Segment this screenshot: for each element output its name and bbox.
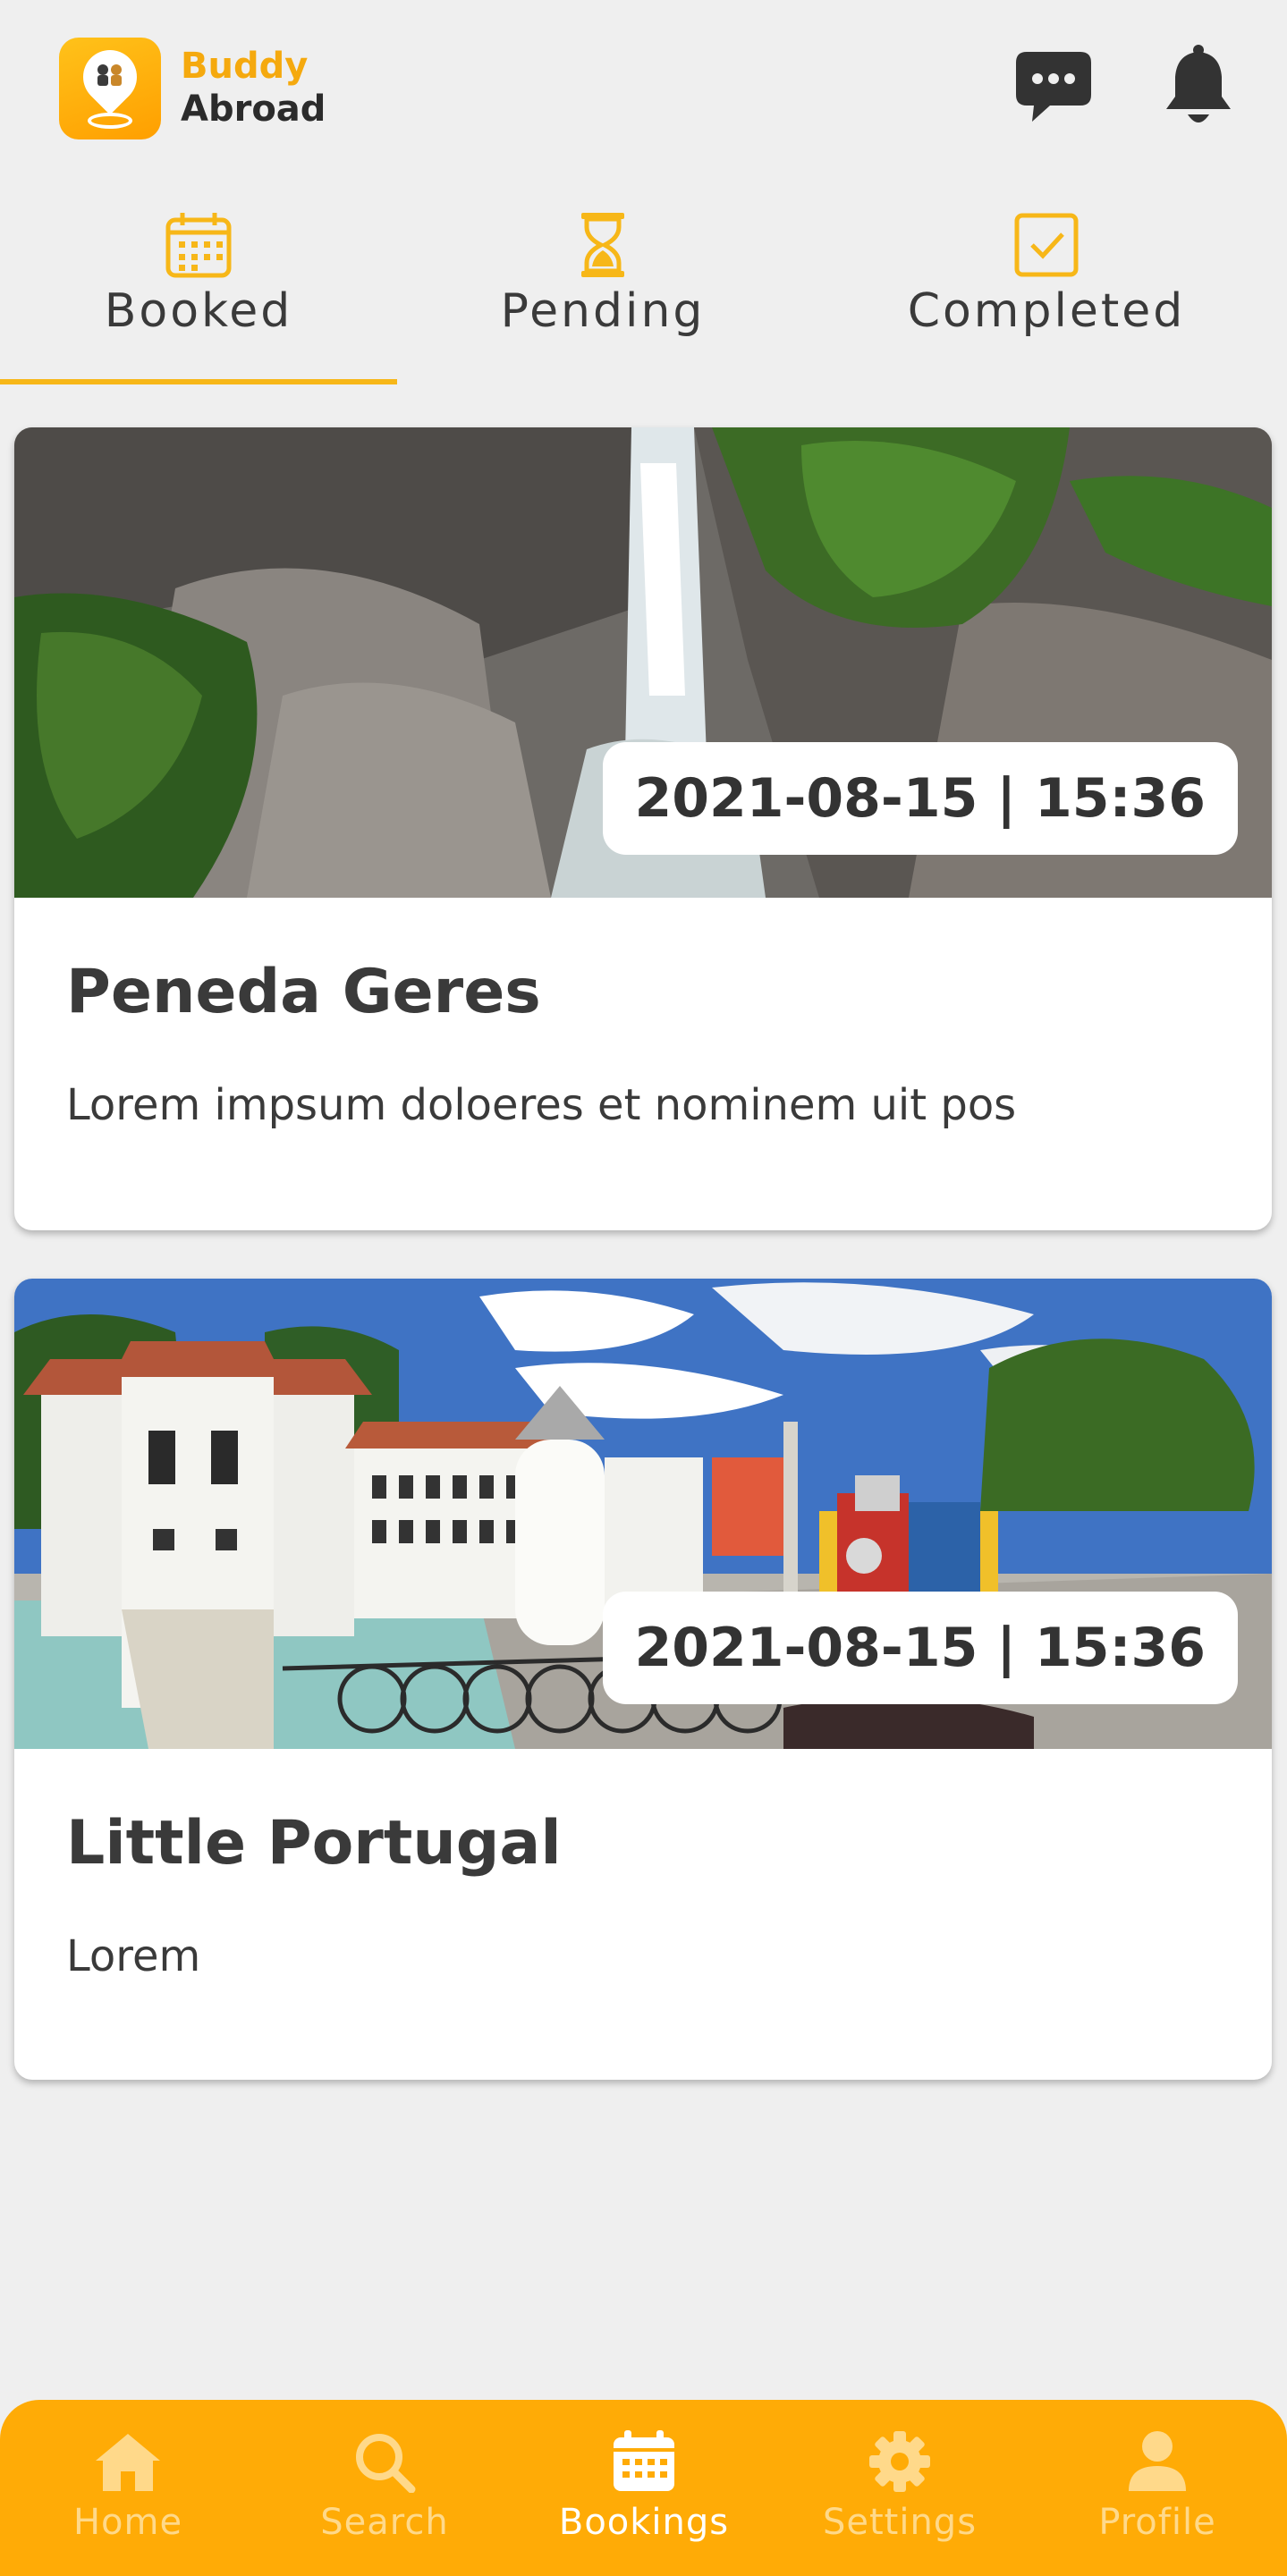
tab-booked[interactable]: Booked	[0, 211, 397, 390]
search-icon	[356, 2434, 416, 2493]
app-logo-text: Buddy Abroad	[181, 45, 326, 131]
nav-home[interactable]: Home	[30, 2430, 226, 2543]
nav-search-label: Search	[320, 2502, 449, 2543]
booking-title: Little Portugal	[66, 1808, 562, 1879]
calendar-icon	[165, 213, 232, 278]
calendar-icon	[614, 2430, 674, 2491]
tab-pending[interactable]: Pending	[397, 211, 809, 390]
home-icon	[96, 2434, 160, 2491]
nav-home-label: Home	[72, 2502, 183, 2543]
app-header: Buddy Abroad	[0, 0, 1287, 179]
nav-profile-label: Profile	[1098, 2502, 1216, 2543]
hourglass-icon	[581, 213, 624, 277]
tab-pending-label: Pending	[500, 284, 706, 338]
gear-icon	[869, 2431, 930, 2492]
booking-card[interactable]: 2021-08-15 | 15:36 Little Portugal Lorem	[14, 1279, 1272, 2080]
nav-bookings[interactable]: Bookings	[546, 2430, 742, 2543]
nav-bookings-label: Bookings	[558, 2502, 730, 2543]
nav-settings-label: Settings	[822, 2502, 978, 2543]
booking-description: Lorem	[66, 1931, 201, 1981]
person-icon	[1129, 2431, 1186, 2491]
logo-line-2: Abroad	[181, 89, 326, 130]
booking-datetime: 2021-08-15 | 15:36	[602, 1592, 1238, 1704]
nav-search[interactable]: Search	[286, 2430, 483, 2543]
app-logo-icon	[59, 38, 161, 139]
tab-completed[interactable]: Completed	[859, 211, 1234, 390]
booking-datetime: 2021-08-15 | 15:36	[602, 742, 1238, 855]
booking-title: Peneda Geres	[66, 957, 541, 1027]
booking-card[interactable]: 2021-08-15 | 15:36 Peneda Geres Lorem im…	[14, 427, 1272, 1230]
bottom-navigation: Home Search Bookings Settings Profile	[0, 2400, 1287, 2576]
checkbox-icon	[1014, 213, 1079, 277]
chat-bubble-icon[interactable]	[1014, 50, 1093, 123]
tab-completed-label: Completed	[907, 284, 1186, 338]
tab-booked-label: Booked	[104, 284, 293, 338]
bell-icon[interactable]	[1164, 45, 1232, 127]
nav-profile[interactable]: Profile	[1059, 2430, 1256, 2543]
logo-line-1: Buddy	[181, 46, 309, 87]
booking-status-tabs: Booked Pending Completed	[0, 211, 1287, 390]
active-tab-indicator	[0, 379, 397, 384]
nav-settings[interactable]: Settings	[801, 2430, 998, 2543]
booking-description: Lorem impsum doloeres et nominem uit pos	[66, 1080, 1017, 1130]
